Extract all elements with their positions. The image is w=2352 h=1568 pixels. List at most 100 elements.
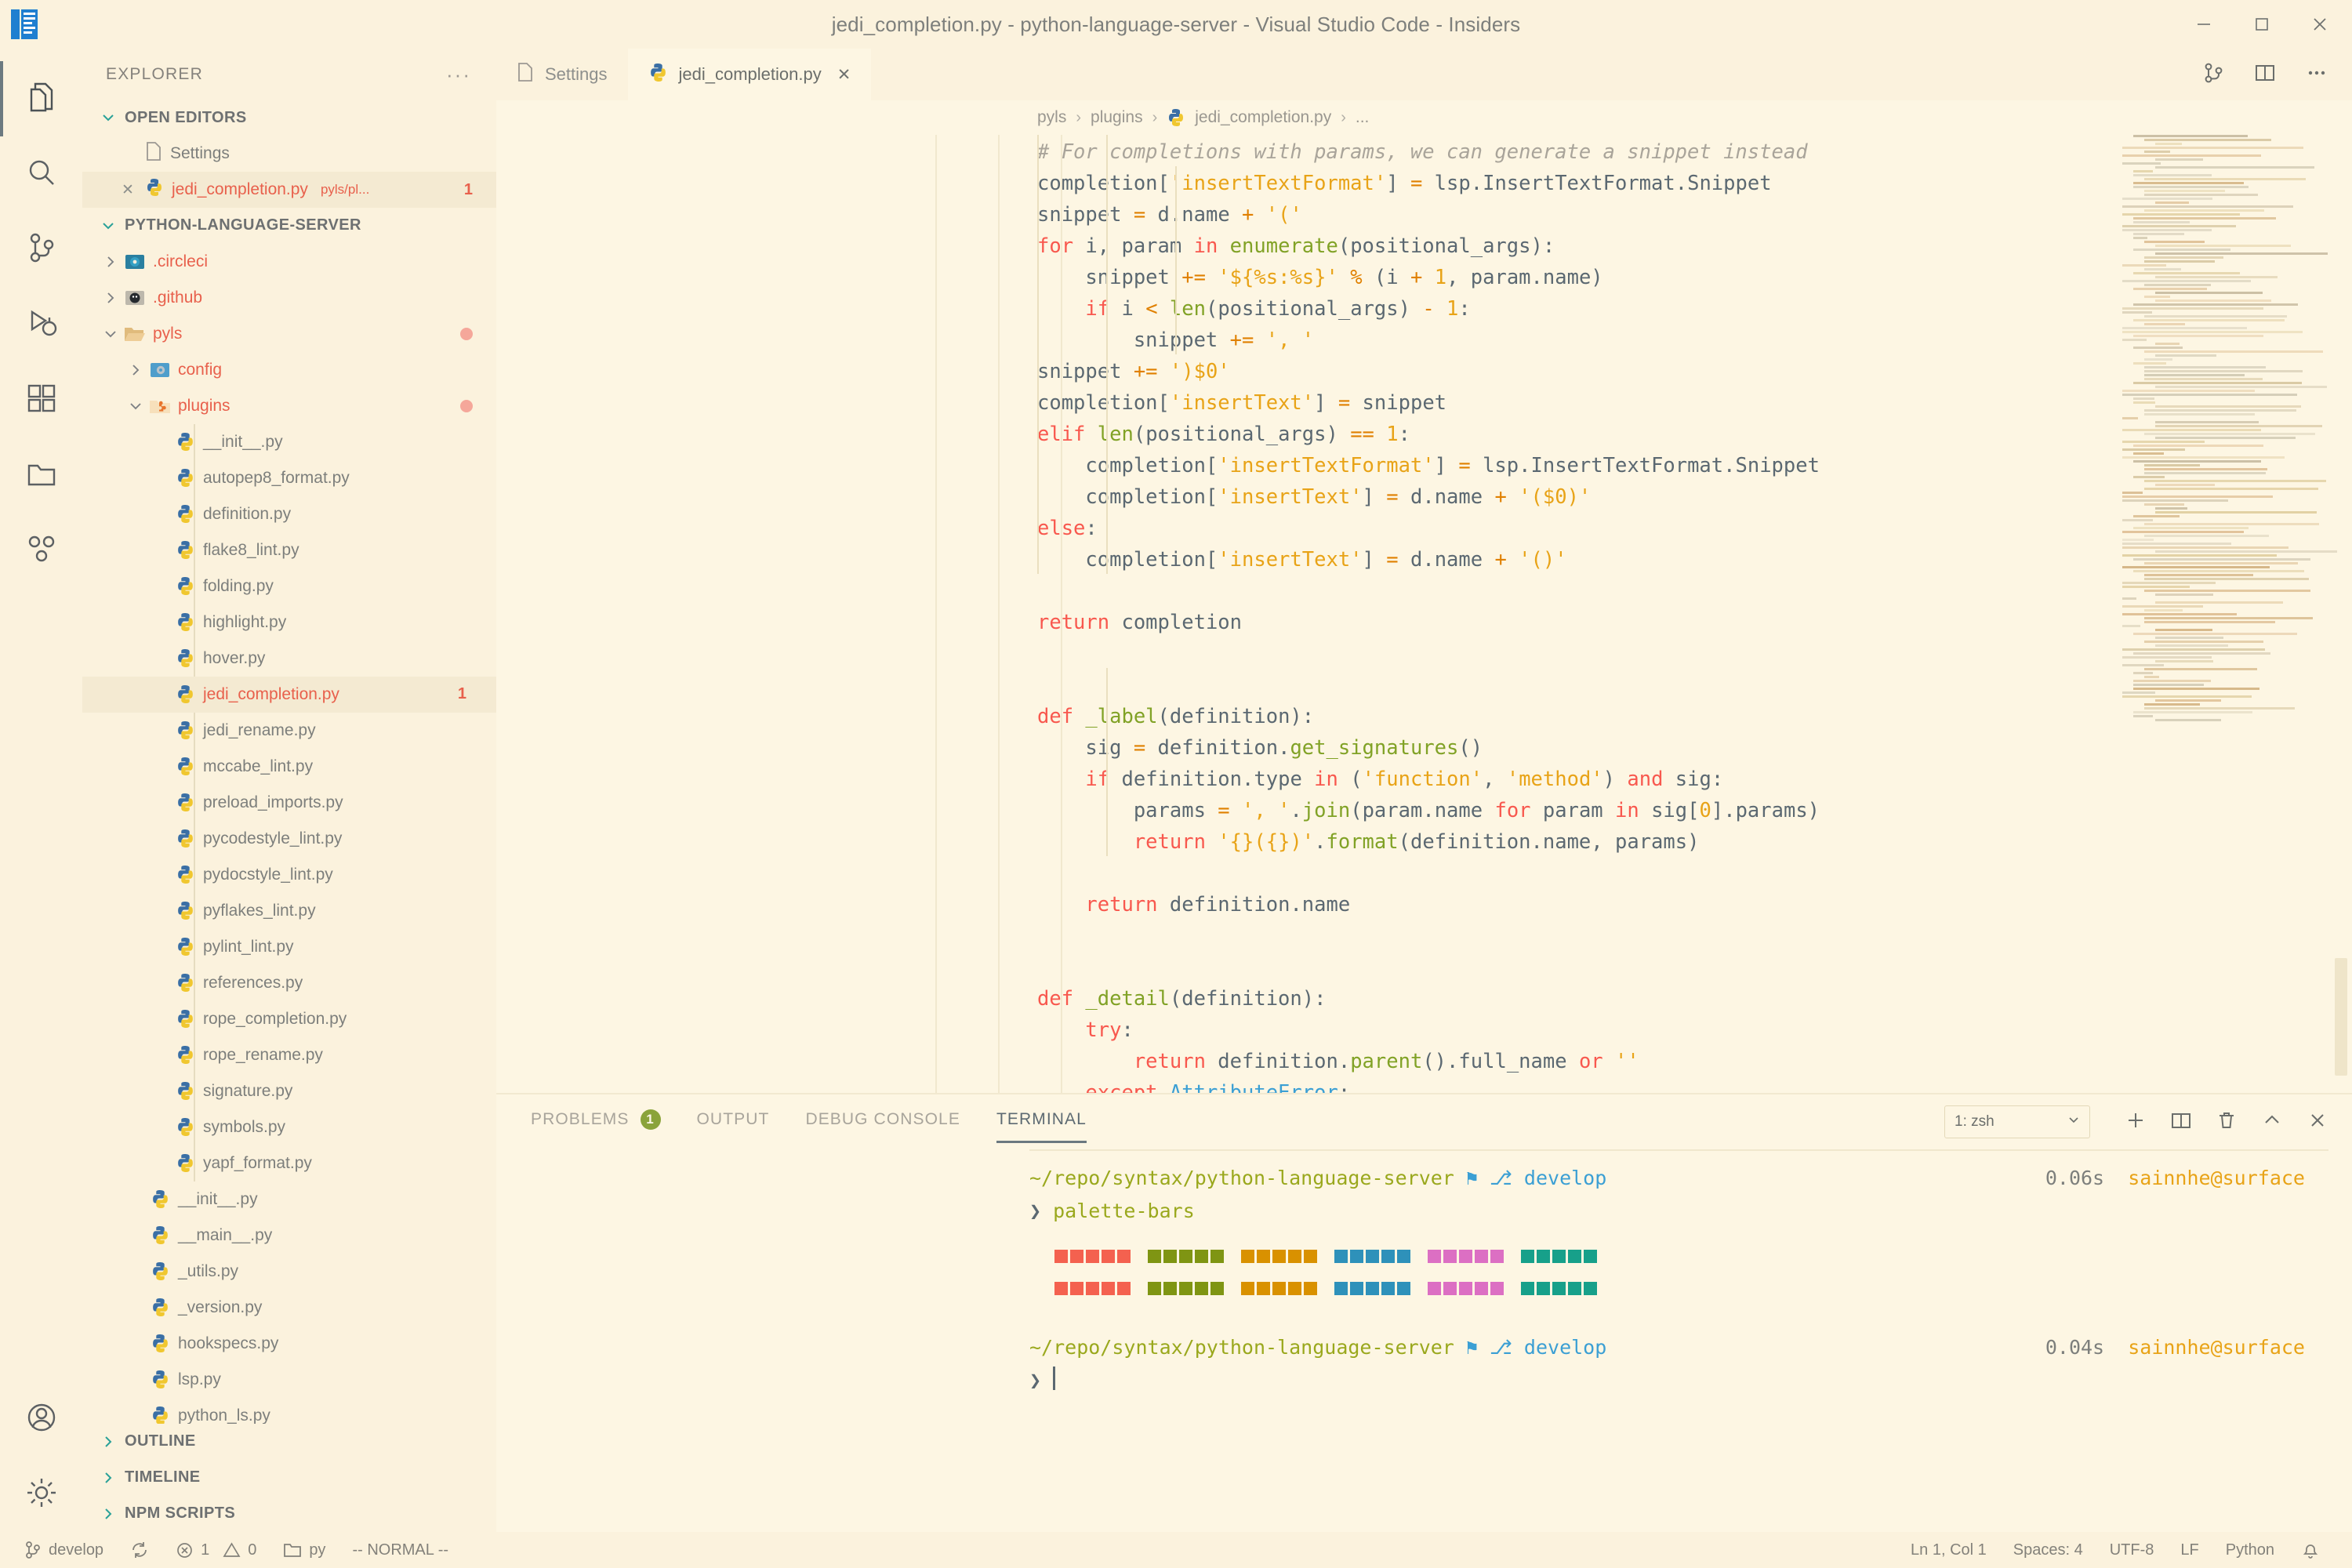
- activity-remote-explorer[interactable]: [0, 437, 82, 513]
- status-cursor-position[interactable]: Ln 1, Col 1: [1897, 1532, 2000, 1568]
- breadcrumb-item[interactable]: plugins: [1091, 108, 1143, 127]
- tree-file--init-py[interactable]: __init__.py: [82, 424, 496, 460]
- tree-file-python-ls-py[interactable]: python_ls.py: [82, 1398, 496, 1424]
- section-npm-scripts[interactable]: NPM SCRIPTS: [82, 1496, 496, 1532]
- terminal-select[interactable]: 1: zsh: [1944, 1105, 2090, 1138]
- maximize-panel-icon[interactable]: [2261, 1109, 2283, 1135]
- activity-extensions[interactable]: [0, 362, 82, 437]
- tree-file-references-py[interactable]: references.py: [82, 965, 496, 1001]
- tree-folder-pyls[interactable]: pyls: [82, 316, 496, 352]
- new-terminal-icon[interactable]: [2125, 1109, 2147, 1135]
- status-branch[interactable]: develop: [11, 1532, 117, 1568]
- status-language-mode[interactable]: Python: [2212, 1532, 2288, 1568]
- tree-file-definition-py[interactable]: definition.py: [82, 496, 496, 532]
- activity-accounts[interactable]: [0, 1381, 82, 1457]
- split-terminal-icon[interactable]: [2170, 1109, 2192, 1135]
- tree-file--main-py[interactable]: __main__.py: [82, 1218, 496, 1254]
- breadcrumb-item[interactable]: jedi_completion.py: [1195, 108, 1331, 127]
- minimap-line: [2155, 292, 2263, 294]
- tree-file--init-py[interactable]: __init__.py: [82, 1181, 496, 1218]
- tree-file-pydocstyle-lint-py[interactable]: pydocstyle_lint.py: [82, 857, 496, 893]
- more-actions-icon[interactable]: [2305, 61, 2328, 89]
- open-editor-jedi-completion[interactable]: ✕ jedi_completion.py pyls/pl... 1: [82, 172, 496, 209]
- tree-folder--circleci[interactable]: .circleci: [82, 244, 496, 280]
- minimap[interactable]: [2122, 135, 2337, 1093]
- breadcrumb-item[interactable]: pyls: [1037, 108, 1066, 127]
- tree-file-rope-rename-py[interactable]: rope_rename.py: [82, 1037, 496, 1073]
- close-panel-icon[interactable]: [2307, 1109, 2328, 1135]
- split-source-control-icon[interactable]: [2201, 61, 2225, 89]
- activity-settings-gear[interactable]: [0, 1457, 82, 1532]
- status-folder[interactable]: py: [270, 1532, 339, 1568]
- tree-folder-plugins[interactable]: plugins: [82, 388, 496, 424]
- kill-terminal-icon[interactable]: [2216, 1109, 2238, 1135]
- panel-tab-terminal[interactable]: TERMINAL: [996, 1110, 1087, 1143]
- status-encoding[interactable]: UTF-8: [2096, 1532, 2168, 1568]
- tree-file-lsp-py[interactable]: lsp.py: [82, 1362, 496, 1398]
- sidebar-more-icon[interactable]: ···: [446, 64, 471, 85]
- tab-jedi-completion[interactable]: jedi_completion.py ✕: [627, 49, 872, 100]
- tree-file-yapf-format-py[interactable]: yapf_format.py: [82, 1145, 496, 1181]
- app-menu-icon[interactable]: [0, 0, 49, 49]
- maximize-button[interactable]: [2250, 13, 2274, 36]
- tree-file-hookspecs-py[interactable]: hookspecs.py: [82, 1326, 496, 1362]
- tree-file-jedi-completion-py[interactable]: jedi_completion.py 1: [82, 676, 496, 713]
- editor-scrollbar[interactable]: [2335, 958, 2347, 1076]
- minimize-button[interactable]: [2192, 13, 2216, 36]
- tree-file-pyflakes-lint-py[interactable]: pyflakes_lint.py: [82, 893, 496, 929]
- tree-file-flake8-lint-py[interactable]: flake8_lint.py: [82, 532, 496, 568]
- tree-file-hover-py[interactable]: hover.py: [82, 641, 496, 677]
- tree-folder--github[interactable]: .github: [82, 280, 496, 316]
- tree-file--utils-py[interactable]: _utils.py: [82, 1254, 496, 1290]
- tree-file-preload-imports-py[interactable]: preload_imports.py: [82, 785, 496, 821]
- tree-file-rope-completion-py[interactable]: rope_completion.py: [82, 1001, 496, 1037]
- activity-test-explorer[interactable]: [0, 513, 82, 588]
- tree-file-autopep8-format-py[interactable]: autopep8_format.py: [82, 460, 496, 496]
- panel-tab-problems[interactable]: PROBLEMS 1: [531, 1109, 661, 1134]
- chevron-down-icon[interactable]: [125, 399, 147, 413]
- status-notifications[interactable]: [2288, 1532, 2333, 1568]
- panel-tab-output[interactable]: OUTPUT: [697, 1110, 770, 1134]
- tree-folder-config[interactable]: config: [82, 352, 496, 388]
- activity-explorer[interactable]: [0, 61, 82, 136]
- activity-source-control[interactable]: [0, 212, 82, 287]
- breadcrumb-item[interactable]: ...: [1356, 108, 1370, 127]
- chevron-right-icon[interactable]: [100, 255, 122, 269]
- status-eol[interactable]: LF: [2167, 1532, 2212, 1568]
- status-vim-mode[interactable]: -- NORMAL --: [339, 1532, 462, 1568]
- activity-run-debug[interactable]: [0, 287, 82, 362]
- palette-bar-cell: [1428, 1282, 1441, 1295]
- tree-file-pylint-lint-py[interactable]: pylint_lint.py: [82, 929, 496, 965]
- tree-file-pycodestyle-lint-py[interactable]: pycodestyle_lint.py: [82, 821, 496, 857]
- close-button[interactable]: [2308, 13, 2332, 36]
- panel-tab-debug-console[interactable]: DEBUG CONSOLE: [805, 1110, 960, 1134]
- tree-file-symbols-py[interactable]: symbols.py: [82, 1109, 496, 1145]
- terminal-command-line[interactable]: ❯ palette-bars: [1029, 1195, 2352, 1228]
- section-timeline[interactable]: TIMELINE: [82, 1460, 496, 1496]
- tab-settings[interactable]: Settings: [496, 49, 628, 100]
- terminal-command-line[interactable]: ❯: [1029, 1364, 2352, 1397]
- code-content[interactable]: # For completions with params, we can ge…: [496, 135, 2352, 1093]
- code-token: ==: [1350, 423, 1374, 446]
- tree-file-folding-py[interactable]: folding.py: [82, 568, 496, 604]
- section-open-editors[interactable]: OPEN EDITORS: [82, 100, 496, 136]
- open-editor-settings[interactable]: Settings: [82, 136, 496, 172]
- section-workspace[interactable]: PYTHON-LANGUAGE-SERVER: [82, 208, 496, 244]
- close-icon[interactable]: ✕: [118, 181, 137, 199]
- tree-file-jedi-rename-py[interactable]: jedi_rename.py: [82, 713, 496, 749]
- status-problems[interactable]: 1 0: [162, 1532, 270, 1568]
- terminal-output[interactable]: ~/repo/syntax/python-language-server ⚑ ⎇…: [496, 1151, 2352, 1532]
- status-indentation[interactable]: Spaces: 4: [2000, 1532, 2096, 1568]
- status-sync[interactable]: [117, 1532, 162, 1568]
- tree-file--version-py[interactable]: _version.py: [82, 1290, 496, 1326]
- chevron-down-icon[interactable]: [100, 327, 122, 341]
- tree-file-mccabe-lint-py[interactable]: mccabe_lint.py: [82, 749, 496, 785]
- tree-file-highlight-py[interactable]: highlight.py: [82, 604, 496, 641]
- chevron-right-icon[interactable]: [100, 291, 122, 305]
- section-outline[interactable]: OUTLINE: [82, 1424, 496, 1460]
- split-editor-icon[interactable]: [2253, 61, 2277, 89]
- tree-file-signature-py[interactable]: signature.py: [82, 1073, 496, 1109]
- activity-search[interactable]: [0, 136, 82, 212]
- close-icon[interactable]: ✕: [837, 65, 851, 85]
- chevron-right-icon[interactable]: [125, 363, 147, 377]
